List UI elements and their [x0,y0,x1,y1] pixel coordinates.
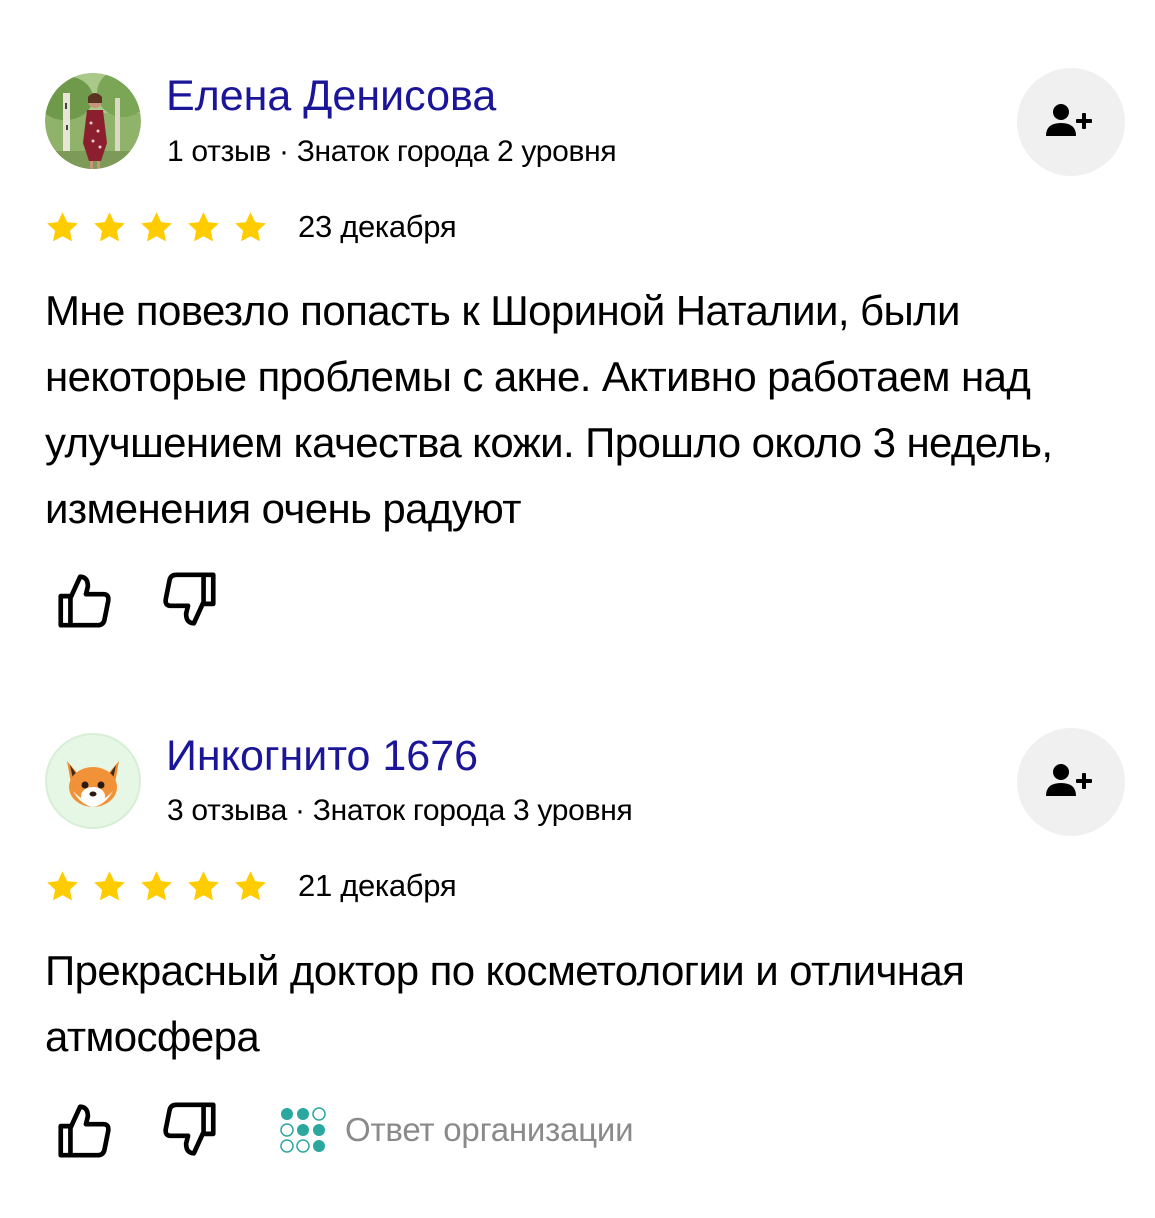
review-card: Инкогнито 1676 3 отзыва · Знаток города … [0,0,1155,1218]
fox-emoji [45,733,141,829]
subscribe-button[interactable] [1017,728,1125,836]
review-date: 21 декабря [298,868,457,903]
thumbs-down-icon [163,1102,216,1156]
author-meta: 3 отзыва · Знаток города 3 уровня [167,794,633,827]
star-icon [235,871,266,901]
thumbs-up-icon [58,1104,111,1158]
org-logo-icon [280,1107,326,1153]
org-reply-label: Ответ организации [345,1111,634,1148]
dislike-button[interactable] [151,1095,229,1165]
star-icon [141,871,172,901]
add-user-icon [1046,764,1092,796]
review-actions: Ответ организации [45,1095,634,1165]
org-reply-button[interactable]: Ответ организации [277,1104,634,1156]
author-name[interactable]: Инкогнито 1676 [166,731,478,781]
rating-stars [45,869,268,904]
avatar[interactable] [45,733,141,829]
like-button[interactable] [45,1095,123,1165]
star-icon [94,871,125,901]
review-text: Прекрасный доктор по косметологии и отли… [45,947,965,1060]
star-icon [47,871,78,901]
star-icon [188,871,219,901]
